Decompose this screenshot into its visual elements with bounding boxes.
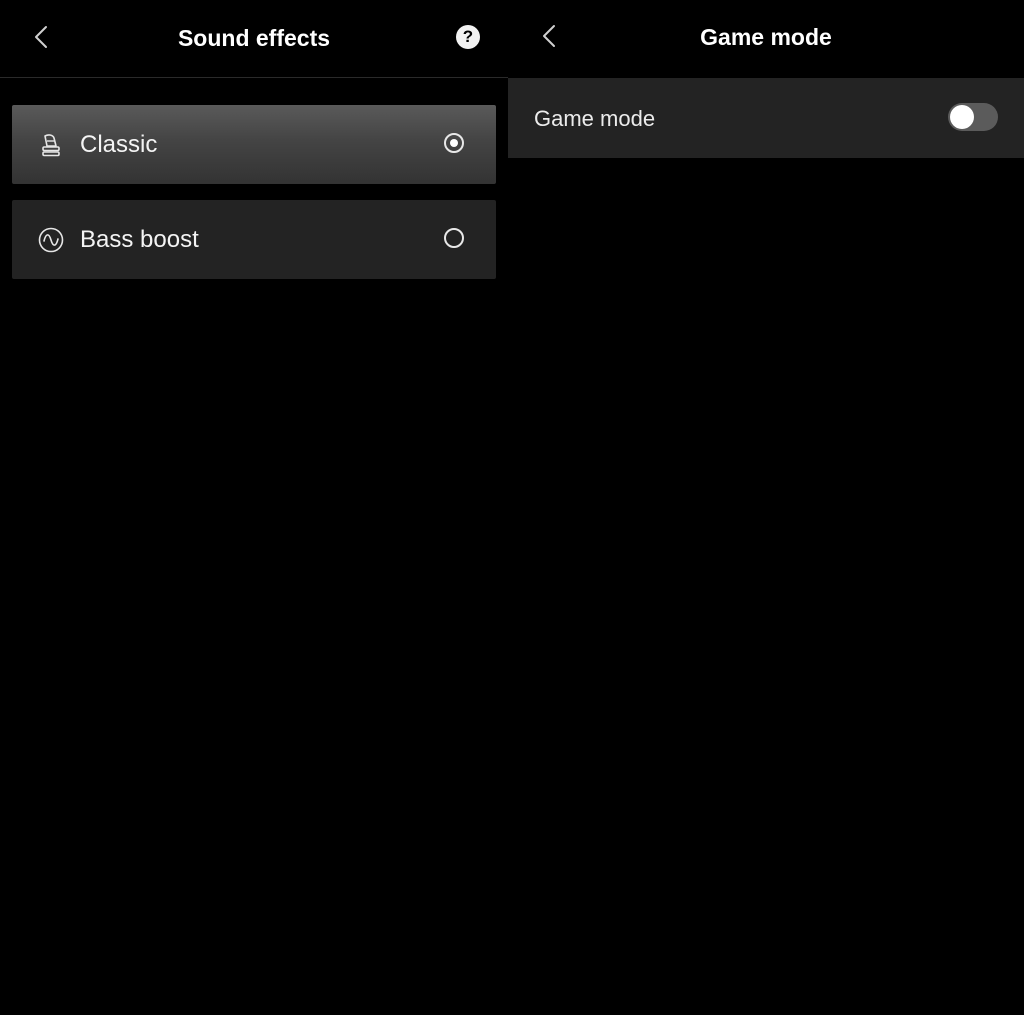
- question-circle-icon: ?: [462, 27, 474, 46]
- game-mode-panel: Game mode Game mode: [508, 0, 1024, 1015]
- sine-wave-icon: [38, 227, 64, 253]
- gramophone-icon: [42, 134, 60, 157]
- help-button[interactable]: ?: [456, 25, 480, 49]
- game-mode-header: Game mode: [508, 0, 1024, 77]
- radio-button-unselected[interactable]: [444, 228, 464, 248]
- sound-effect-option-classic[interactable]: Classic: [12, 105, 496, 184]
- game-mode-toggle[interactable]: [948, 103, 998, 131]
- toggle-knob: [950, 105, 974, 129]
- game-mode-label: Game mode: [534, 106, 656, 131]
- sound-effect-label: Classic: [80, 131, 158, 158]
- radio-button-selected[interactable]: [444, 133, 464, 153]
- sound-effect-label: Bass boost: [80, 226, 199, 253]
- page-title: Game mode: [700, 24, 832, 50]
- radio-dot: [450, 139, 458, 147]
- screen: Sound effects ? Classic Bass boost Game …: [0, 0, 1024, 1015]
- sound-effects-panel: Sound effects ? Classic Bass boost: [0, 0, 508, 1015]
- page-title: Sound effects: [177, 25, 331, 51]
- sound-effects-header: Sound effects ?: [0, 0, 508, 78]
- sound-effect-option-bass-boost[interactable]: Bass boost: [12, 200, 496, 279]
- game-mode-setting-row[interactable]: Game mode: [508, 78, 1024, 158]
